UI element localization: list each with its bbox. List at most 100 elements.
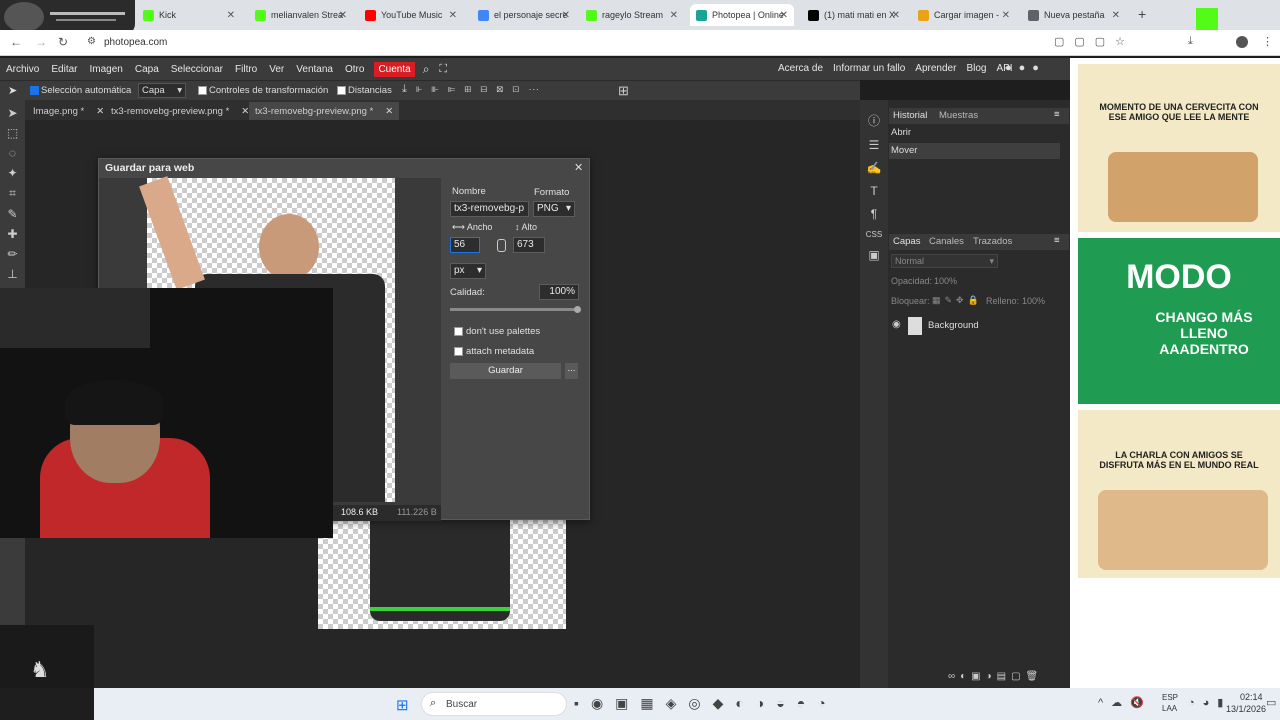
marquee-tool-icon[interactable]: ⬚ bbox=[7, 126, 18, 140]
header-link[interactable]: Blog bbox=[966, 63, 986, 74]
browser-tab[interactable]: (1) mati mati en X ✕ bbox=[802, 4, 906, 26]
browser-tab[interactable]: el personaje secre ✕ bbox=[472, 4, 576, 26]
lang-indicator[interactable]: ESP bbox=[1162, 693, 1178, 702]
menu-icon[interactable]: ⋮ bbox=[1262, 35, 1273, 48]
download-icon[interactable]: ⤓ bbox=[1188, 35, 1193, 48]
tab-canales[interactable]: Canales bbox=[929, 236, 964, 247]
fill-value[interactable]: 100% bbox=[1022, 296, 1045, 306]
network-icons[interactable]: ◔◕▮ bbox=[1188, 696, 1231, 709]
close-icon[interactable]: ✕ bbox=[385, 106, 393, 117]
healing-tool-icon[interactable]: ✚ bbox=[7, 227, 17, 241]
name-field[interactable]: tx3-removebg-p bbox=[450, 201, 529, 217]
menu-item[interactable]: Seleccionar bbox=[165, 64, 229, 75]
eyedropper-icon[interactable]: ✎ bbox=[7, 207, 17, 221]
browser-tab[interactable]: Kick ✕ bbox=[137, 4, 241, 26]
blend-mode-select[interactable]: Normal ▾ bbox=[891, 254, 998, 268]
tab-close-icon[interactable]: ✕ bbox=[780, 10, 788, 21]
menu-item[interactable]: Ventana bbox=[290, 64, 339, 75]
layer-select[interactable]: Capa ▾ bbox=[138, 83, 186, 98]
ad-banner-2[interactable]: MODO CHANGO MÁS LLENO AAADENTRO bbox=[1078, 238, 1280, 404]
width-field[interactable]: 56 bbox=[450, 237, 480, 253]
menu-item[interactable]: Filtro bbox=[229, 64, 263, 75]
browser-tab[interactable]: Cargar imagen - ✕ bbox=[912, 4, 1016, 26]
save-button[interactable]: Guardar bbox=[450, 363, 561, 379]
transform-controls-checkbox[interactable] bbox=[198, 86, 207, 95]
link-icon[interactable] bbox=[497, 239, 506, 252]
forward-icon[interactable]: → bbox=[35, 35, 47, 49]
history-item[interactable]: Abrir bbox=[889, 125, 1060, 141]
notification-icon[interactable]: ▭ bbox=[1266, 696, 1276, 709]
search-icon[interactable]: ⌕ bbox=[423, 62, 430, 77]
lasso-tool-icon[interactable]: ◌ bbox=[9, 146, 16, 160]
layer-actions[interactable]: ∞◐▣◑▤▢🗑 bbox=[948, 671, 1043, 682]
tab-trazados[interactable]: Trazados bbox=[973, 236, 1012, 247]
tab-close-icon[interactable]: ✕ bbox=[562, 10, 570, 21]
doc-tab-1[interactable]: Image.png * ✕ bbox=[27, 102, 110, 120]
clock-time[interactable]: 02:14 bbox=[1240, 692, 1263, 702]
brush-tool-icon[interactable]: ✏ bbox=[7, 247, 17, 261]
menu-item[interactable]: Imagen bbox=[83, 64, 128, 75]
profile-avatar[interactable] bbox=[1236, 36, 1248, 48]
ad-banner-1[interactable]: MOMENTO DE UNA CERVECITA CON ESE AMIGO Q… bbox=[1078, 64, 1280, 232]
tab-close-icon[interactable]: ✕ bbox=[449, 10, 457, 21]
tray-icons[interactable]: ^☁🔇 bbox=[1098, 696, 1152, 709]
cuenta-button[interactable]: Cuenta bbox=[374, 61, 415, 77]
quality-field[interactable]: 100% bbox=[539, 284, 579, 300]
history-item[interactable]: Mover bbox=[889, 143, 1060, 159]
tab-close-icon[interactable]: ✕ bbox=[670, 10, 678, 21]
tab-close-icon[interactable]: ✕ bbox=[1002, 10, 1010, 21]
canvas-image[interactable] bbox=[318, 519, 566, 629]
menu-item[interactable]: Editar bbox=[45, 64, 83, 75]
adjustments-icon[interactable]: ☰ bbox=[869, 138, 880, 152]
info-icon[interactable]: ⓘ bbox=[868, 112, 880, 129]
ad-banner-3[interactable]: LA CHARLA CON AMIGOS SE DISFRUTA MÁS EN … bbox=[1078, 410, 1280, 578]
fullscreen-icon[interactable]: ⛶ bbox=[439, 63, 447, 76]
browser-tab[interactable]: Nueva pestaña ✕ bbox=[1022, 4, 1126, 26]
quality-slider-handle[interactable] bbox=[574, 306, 581, 313]
tab-close-icon[interactable]: ✕ bbox=[227, 10, 235, 21]
quality-slider[interactable] bbox=[450, 306, 581, 313]
layer-row[interactable]: ◉ Background bbox=[889, 315, 1060, 337]
header-link[interactable]: Acerca de bbox=[778, 63, 823, 74]
height-field[interactable]: 673 bbox=[513, 237, 545, 253]
format-select[interactable]: PNG ▾ bbox=[533, 201, 575, 217]
lock-icons[interactable]: ▦✎✥🔒 bbox=[932, 295, 983, 306]
lang-indicator-2[interactable]: LAA bbox=[1162, 704, 1177, 713]
move-tool-icon[interactable]: ➤ bbox=[7, 106, 17, 120]
header-link[interactable]: Informar un fallo bbox=[833, 63, 905, 74]
browser-tab[interactable]: melianvalen Strea ✕ bbox=[249, 4, 353, 26]
url-text[interactable]: photopea.com bbox=[104, 37, 167, 48]
tab-close-icon[interactable]: ✕ bbox=[1112, 10, 1120, 21]
taskbar-search[interactable]: ⌕ Buscar bbox=[421, 692, 567, 716]
close-icon[interactable]: ✕ bbox=[574, 161, 583, 174]
paragraph-icon[interactable]: ¶ bbox=[871, 207, 877, 221]
grid-icon[interactable]: ⊞ bbox=[618, 83, 629, 99]
panel-menu-icon[interactable]: ≡ bbox=[1054, 109, 1060, 120]
taskbar-apps[interactable]: ▪◉▣▦◈◎◆◐◑◒◓◔ bbox=[574, 695, 838, 712]
tab-historial[interactable]: Historial bbox=[893, 110, 927, 121]
menu-item[interactable]: Ver bbox=[263, 64, 290, 75]
crop-tool-icon[interactable]: ⌗ bbox=[9, 186, 16, 201]
new-tab-button[interactable]: + bbox=[1138, 6, 1146, 22]
menu-item[interactable]: Capa bbox=[129, 64, 165, 75]
windows-start-icon[interactable]: ⊞ bbox=[396, 696, 409, 714]
eye-icon[interactable]: ◉ bbox=[892, 319, 901, 330]
back-icon[interactable]: ← bbox=[10, 35, 22, 49]
distances-checkbox[interactable] bbox=[337, 86, 346, 95]
more-options-button[interactable]: ... bbox=[565, 363, 578, 379]
menu-item[interactable]: Otro bbox=[339, 64, 370, 75]
metadata-checkbox[interactable] bbox=[454, 347, 463, 356]
align-icons[interactable]: ⤓⊩⊪⊫⊞⊟⊠⊡⋯ bbox=[402, 83, 548, 96]
image-icon[interactable]: ▣ bbox=[868, 248, 879, 262]
tab-capas[interactable]: Capas bbox=[893, 236, 920, 247]
brush-icon[interactable]: ✍ bbox=[867, 161, 882, 175]
reload-icon[interactable]: ↻ bbox=[58, 35, 68, 49]
opacity-value[interactable]: 100% bbox=[934, 276, 957, 286]
palettes-checkbox[interactable] bbox=[454, 327, 463, 336]
clock-date[interactable]: 13/1/2026 bbox=[1226, 704, 1266, 714]
social-icons[interactable]: ●●● bbox=[1005, 62, 1046, 74]
doc-tab-3[interactable]: tx3-removebg-preview.png * ✕ bbox=[249, 102, 400, 120]
tab-close-icon[interactable]: ✕ bbox=[892, 10, 900, 21]
browser-tab[interactable]: Photopea | Online ✕ bbox=[690, 4, 794, 26]
tab-close-icon[interactable]: ✕ bbox=[339, 10, 347, 21]
